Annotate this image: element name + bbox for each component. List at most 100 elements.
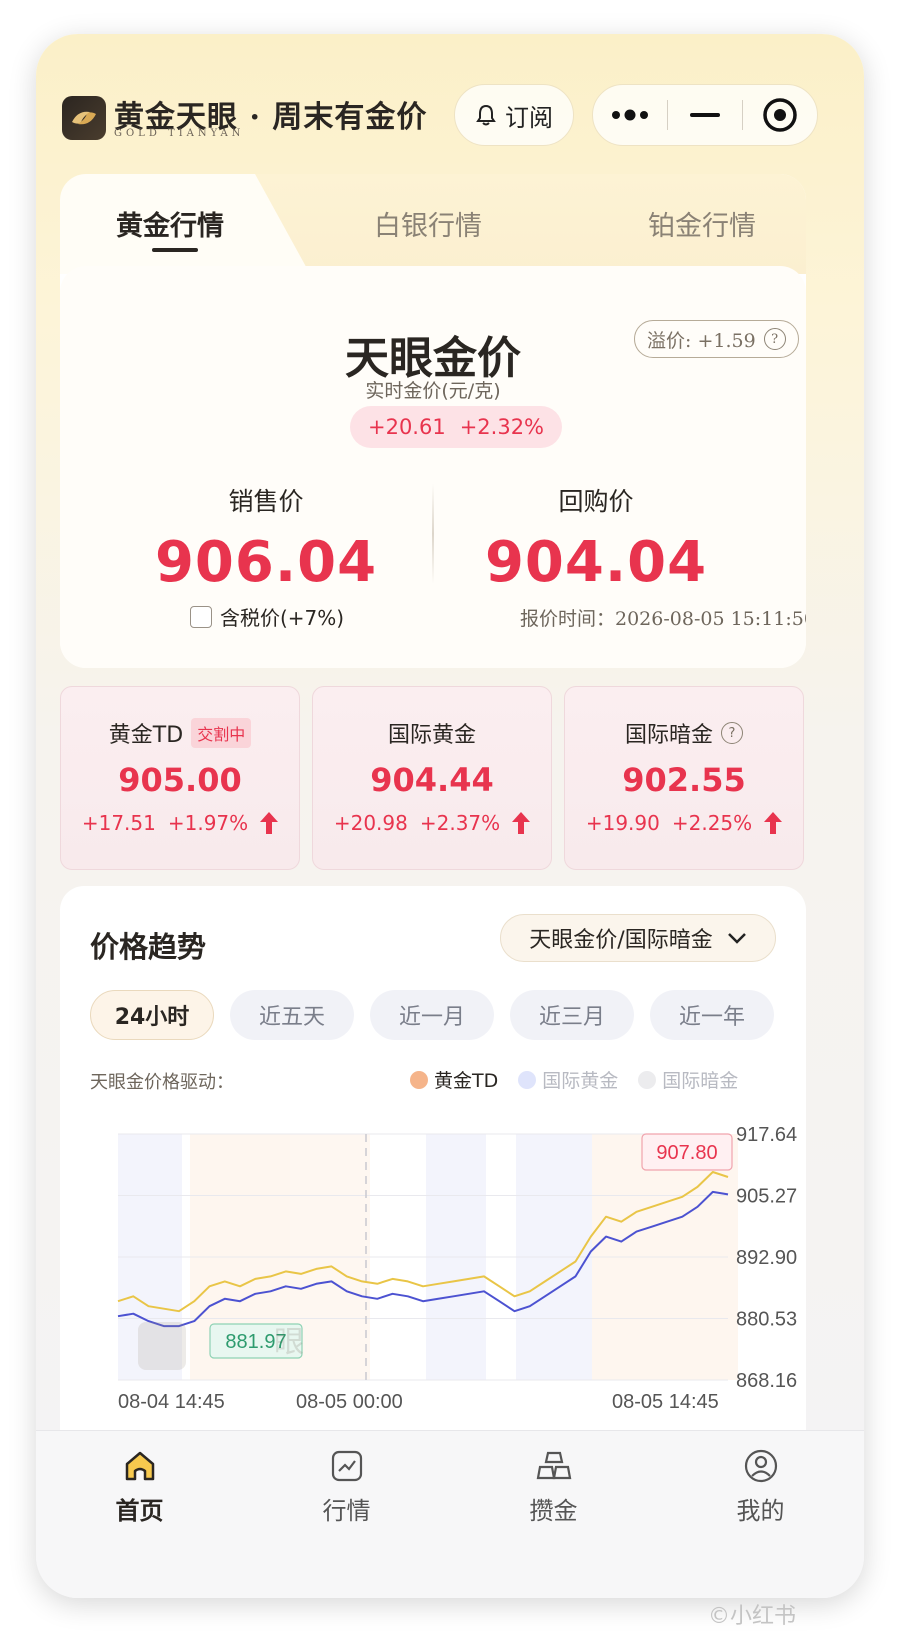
close-miniapp-button[interactable]	[743, 85, 817, 145]
nav-label: 行情	[322, 1497, 371, 1525]
subscribe-label: 订阅	[505, 103, 553, 132]
miniapp-capsule	[592, 84, 818, 146]
up-arrow-icon	[260, 812, 279, 834]
mini-card-label: 国际黄金	[387, 723, 476, 748]
range-24h[interactable]: 24小时	[90, 990, 214, 1040]
chevron-down-icon	[727, 933, 746, 944]
premium-badge[interactable]: 溢价: +1.59 ?	[634, 320, 799, 358]
mini-card-change-pct: +2.37%	[419, 811, 501, 835]
legend-dot	[638, 1070, 657, 1089]
nav-savings[interactable]: 攒金	[450, 1431, 657, 1598]
buyback-label: 回购价	[558, 487, 634, 516]
chart-icon	[331, 1450, 362, 1482]
buyback-price-block: 回购价 904.04	[426, 482, 766, 595]
mini-card-value: 905.00	[118, 761, 242, 799]
mini-card-change-abs: +17.51	[81, 811, 156, 835]
sell-price: 906.04	[154, 530, 378, 595]
up-arrow-icon	[512, 812, 531, 834]
x-tick-label: 08-04 14:45	[118, 1391, 225, 1413]
tax-toggle[interactable]: 含税价(+7%)	[190, 602, 344, 631]
mini-card-change-abs: +19.90	[585, 811, 660, 835]
legend-dot	[518, 1070, 537, 1089]
x-tick-label: 08-05 14:45	[612, 1391, 719, 1413]
subscribe-button[interactable]: 订阅	[454, 84, 574, 146]
brand-subtitle: GOLD TIANYAN	[114, 128, 245, 139]
y-tick-label: 868.16	[736, 1370, 797, 1392]
sell-label: 销售价	[228, 487, 304, 516]
range-tabs: 24小时 近五天 近一月 近三月 近一年	[90, 990, 774, 1040]
price-card: 黄金行情 白银行情 铂金行情 天眼金价 实时金价(元/克) 溢价: +1.59 …	[60, 174, 806, 668]
legend-label: 国际暗金	[662, 1070, 739, 1092]
mini-card-intl-gold[interactable]: 国际黄金 904.44 +20.98 +2.37%	[312, 686, 552, 870]
mini-card-change-abs: +20.98	[333, 811, 408, 835]
change-abs: +20.61	[367, 415, 446, 439]
up-arrow-icon	[764, 812, 783, 834]
mini-card-change-pct: +1.97%	[167, 811, 249, 835]
mini-card-value: 902.55	[622, 761, 746, 799]
status-badge: 交割中	[191, 718, 252, 748]
mini-card-gold-td[interactable]: 黄金TD 交割中 905.00 +17.51 +1.97%	[60, 686, 300, 870]
legend-item-gold-td[interactable]: 黄金TD	[410, 1066, 498, 1093]
price-trend-card: 价格趋势 天眼金价/国际暗金 24小时 近五天 近一月 近三月 近一年 天眼金价…	[60, 886, 806, 1466]
driver-label: 天眼金价格驱动：	[90, 1072, 234, 1093]
range-3m[interactable]: 近三月	[510, 990, 634, 1040]
metal-tab-bar: 黄金行情 白银行情 铂金行情	[60, 174, 806, 274]
price-unit: 实时金价(元/克)	[365, 380, 501, 402]
active-tab-indicator	[152, 248, 198, 252]
nav-label: 我的	[736, 1497, 785, 1525]
range-1m[interactable]: 近一月	[370, 990, 494, 1040]
tax-label: 含税价(+7%)	[220, 606, 345, 630]
nav-home[interactable]: 首页	[36, 1431, 243, 1598]
max-price-tag: 907.80	[641, 1133, 733, 1171]
y-tick-label: 905.27	[736, 1186, 797, 1208]
y-tick-label: 880.53	[736, 1309, 797, 1331]
nav-label: 首页	[115, 1497, 164, 1525]
mini-card-label: 国际暗金	[624, 723, 713, 748]
tab-platinum[interactable]: 铂金行情	[648, 204, 756, 243]
more-button[interactable]	[593, 85, 667, 145]
target-close-icon	[763, 98, 797, 132]
series-selector-label: 天眼金价/国际暗金	[529, 928, 713, 953]
svg-text:眼: 眼	[274, 1325, 304, 1360]
range-1y[interactable]: 近一年	[650, 990, 774, 1040]
range-5d[interactable]: 近五天	[230, 990, 354, 1040]
legend-item-intl-dark-gold[interactable]: 国际暗金	[638, 1066, 738, 1093]
max-price-label: 907.80	[656, 1142, 717, 1164]
phone-frame: 黄金天眼 · 周末有金价 GOLD TIANYAN 订阅 黄金行情 白银行情 铂…	[36, 34, 864, 1598]
legend-dot	[410, 1070, 428, 1089]
bottom-nav: 首页 行情 攒金 我的	[36, 1430, 864, 1598]
buyback-price: 904.04	[484, 530, 708, 595]
mini-card-change-pct: +2.25%	[671, 811, 753, 835]
logo-icon	[62, 96, 106, 140]
y-tick-label: 892.90	[736, 1247, 797, 1269]
mini-card-intl-dark-gold[interactable]: 国际暗金 ? 902.55 +19.90 +2.25%	[564, 686, 804, 870]
tab-silver[interactable]: 白银行情	[374, 204, 482, 243]
help-icon[interactable]: ?	[721, 722, 743, 744]
quote-time: 报价时间：2026-08-05 15:11:50	[520, 608, 806, 630]
mini-card-label: 黄金TD	[108, 723, 184, 748]
series-selector[interactable]: 天眼金价/国际暗金	[500, 914, 776, 962]
nav-profile[interactable]: 我的	[657, 1431, 864, 1598]
legend-label: 黄金TD	[434, 1070, 499, 1092]
sell-price-block: 销售价 906.04	[96, 482, 436, 595]
home-icon	[125, 1451, 154, 1481]
nav-market[interactable]: 行情	[243, 1431, 450, 1598]
change-pill: +20.61 +2.32%	[350, 406, 562, 448]
app-header: 黄金天眼 · 周末有金价 GOLD TIANYAN 订阅	[36, 34, 864, 174]
help-icon: ?	[763, 328, 786, 350]
trend-title: 价格趋势	[90, 930, 207, 964]
watermark: ©小红书	[708, 1604, 797, 1629]
change-pct: +2.32%	[459, 415, 545, 439]
more-dots-icon	[612, 109, 648, 121]
premium-text: 溢价: +1.59	[647, 329, 756, 352]
nav-label: 攒金	[529, 1497, 578, 1525]
price-chart[interactable]: 917.64 905.27 892.90 880.53 868.16 08-04 14:…	[60, 1106, 806, 1466]
minimize-icon	[690, 113, 720, 117]
legend-label: 国际黄金	[542, 1070, 619, 1092]
tax-checkbox[interactable]	[190, 605, 212, 628]
tab-gold[interactable]: 黄金行情	[116, 204, 224, 243]
legend-item-intl-gold[interactable]: 国际黄金	[518, 1066, 618, 1093]
chart-legend: 黄金TD 国际黄金 国际暗金	[410, 1066, 738, 1093]
minimize-button[interactable]	[668, 85, 742, 145]
bell-icon	[476, 104, 496, 126]
